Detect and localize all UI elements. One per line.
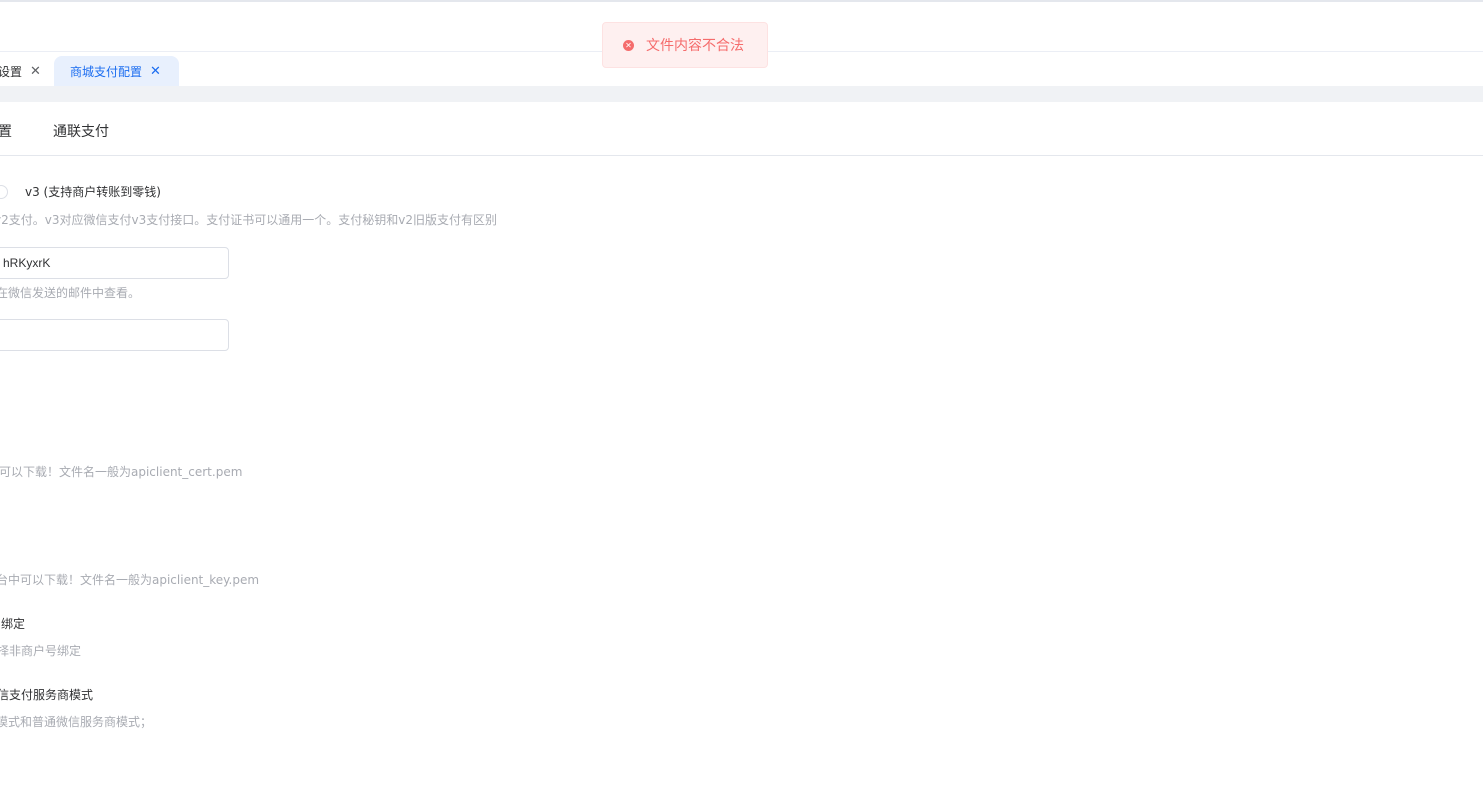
- bind-label: 绑定: [1, 617, 26, 631]
- radio-circle[interactable]: [0, 184, 8, 199]
- subtab-allinpay[interactable]: 通联支付: [53, 121, 109, 141]
- payment-subtabs: 置 通联支付: [0, 102, 1483, 156]
- tab-settings[interactable]: 设置 ✕: [0, 56, 51, 86]
- mchid-input[interactable]: [0, 247, 229, 279]
- service-mode-label: 信支付服务商模式: [0, 688, 94, 702]
- radio-label: v3 (支持商户转账到零钱): [25, 185, 161, 199]
- secret-input[interactable]: [0, 319, 229, 351]
- mchid-field[interactable]: [3, 256, 220, 270]
- secret-field[interactable]: [3, 328, 220, 342]
- key-hint: 台中可以下载！文件名一般为apiclient_key.pem: [0, 573, 260, 587]
- content-gap: [0, 86, 1483, 102]
- error-toast: ✕ 文件内容不合法: [602, 22, 768, 68]
- close-icon[interactable]: ✕: [150, 64, 161, 79]
- service-mode-hint: 模式和普通微信服务商模式；: [0, 715, 153, 729]
- tab-label: 设置: [0, 64, 23, 79]
- mchid-hint: 在微信发送的邮件中查看。: [0, 286, 141, 300]
- version-hint: v2支付。v3对应微信支付v3支付接口。支付证书可以通用一个。支付秘钥和v2旧版…: [0, 213, 497, 227]
- toast-message: 文件内容不合法: [646, 38, 744, 54]
- bind-hint: 择非商户号绑定: [0, 644, 82, 658]
- version-radio-v3[interactable]: v3 (支持商户转账到零钱): [0, 183, 161, 200]
- close-icon[interactable]: ✕: [30, 64, 41, 79]
- subtab-config[interactable]: 置: [0, 121, 12, 141]
- error-circle-icon: ✕: [623, 39, 634, 51]
- tab-mall-payment-config[interactable]: 商城支付配置 ✕: [54, 56, 179, 86]
- cert-hint: 可以下载！文件名一般为apiclient_cert.pem: [0, 465, 243, 479]
- tab-label: 商城支付配置: [70, 64, 143, 79]
